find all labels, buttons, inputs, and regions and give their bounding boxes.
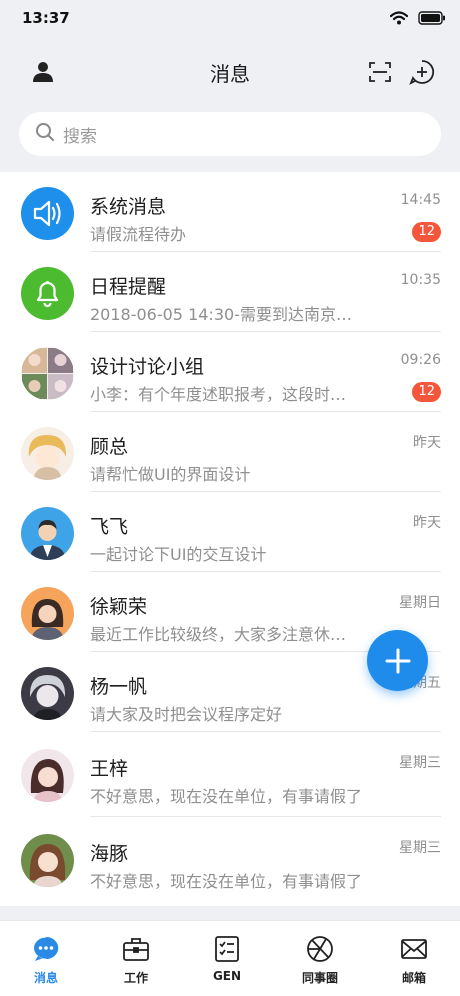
conversation-name: 系统消息 xyxy=(90,196,167,218)
conversation-time: 10:35 xyxy=(400,272,441,288)
checklist-icon xyxy=(213,935,241,963)
conversation-preview: 请大家及时把会议程序定好 xyxy=(90,705,283,724)
tab-label: 消息 xyxy=(33,971,58,985)
add-circle-icon[interactable] xyxy=(408,58,436,86)
chat-bubble-icon xyxy=(32,935,60,963)
tab-label: 邮箱 xyxy=(401,971,426,985)
tab-label: 同事圈 xyxy=(301,971,338,985)
conversation-time: 14:45 xyxy=(400,192,441,208)
tab-label: GEN xyxy=(212,969,242,983)
briefcase-icon xyxy=(122,935,150,963)
bell-icon xyxy=(21,267,74,320)
tab-work[interactable]: 工作 xyxy=(101,933,171,989)
messages-screen: 13:37 消息 搜索 系统消息 请假流程待办 14:45 12 日程提醒 20… xyxy=(0,0,460,996)
conversation-name: 海豚 xyxy=(90,843,129,865)
tab-messages[interactable]: 消息 xyxy=(11,933,81,989)
tab-mail[interactable]: 邮箱 xyxy=(379,933,449,989)
conversation-time: 星期三 xyxy=(399,755,441,771)
conversation-preview: 小李：有个年度述职报考，这段时… xyxy=(90,385,347,404)
bottom-tab-bar: 消息 工作 GEN 同事圈 邮箱 xyxy=(0,920,460,996)
tab-gen[interactable]: GEN xyxy=(192,933,262,989)
conversation-time: 星期日 xyxy=(399,595,441,611)
conversation-row[interactable]: 王梓 不好意思，现在没在单位，有事请假了 星期三 xyxy=(0,732,460,817)
user-avatar xyxy=(21,749,74,802)
conversation-name: 杨一帆 xyxy=(90,676,148,698)
plus-icon xyxy=(385,648,410,673)
tab-label: 工作 xyxy=(123,971,148,985)
conversation-name: 王梓 xyxy=(90,758,129,780)
group-avatar xyxy=(21,347,74,400)
scan-icon[interactable] xyxy=(366,58,394,86)
header: 消息 xyxy=(0,40,460,102)
conversation-preview: 一起讨论下UI的交互设计 xyxy=(90,545,267,564)
user-avatar xyxy=(21,507,74,560)
conversation-time: 09:26 xyxy=(400,352,441,368)
conversation-row[interactable]: 日程提醒 2018-06-05 14:30-需要到达南京… 10:35 xyxy=(0,252,460,332)
user-avatar xyxy=(21,587,74,640)
conversation-name: 飞飞 xyxy=(90,516,129,538)
compose-fab-button[interactable] xyxy=(367,630,428,691)
conversation-preview: 不好意思，现在没在单位，有事请假了 xyxy=(90,787,363,806)
wifi-icon xyxy=(389,10,409,29)
status-icons xyxy=(389,10,446,29)
conversation-row[interactable]: 顾总 请帮忙做UI的界面设计 昨天 xyxy=(0,412,460,492)
conversation-row[interactable]: 海豚 不好意思，现在没在单位，有事请假了 星期三 xyxy=(0,817,460,902)
unread-badge: 12 xyxy=(412,382,441,402)
conversation-name: 顾总 xyxy=(90,436,129,458)
conversation-preview: 请帮忙做UI的界面设计 xyxy=(90,465,251,484)
aperture-icon xyxy=(306,935,334,963)
battery-icon xyxy=(418,10,446,29)
speaker-icon xyxy=(21,187,74,240)
conversation-name: 设计讨论小组 xyxy=(90,356,205,378)
user-avatar xyxy=(21,427,74,480)
conversation-list: 系统消息 请假流程待办 14:45 12 日程提醒 2018-06-05 14:… xyxy=(0,172,460,906)
search-input[interactable]: 搜索 xyxy=(19,112,441,156)
conversation-row[interactable]: 飞飞 一起讨论下UI的交互设计 昨天 xyxy=(0,492,460,572)
conversation-name: 日程提醒 xyxy=(90,276,167,298)
status-bar: 13:37 xyxy=(0,0,460,36)
conversation-preview: 最近工作比较级终，大家多注意休… xyxy=(90,625,347,644)
conversation-time: 昨天 xyxy=(413,515,441,531)
conversation-row[interactable]: 系统消息 请假流程待办 14:45 12 xyxy=(0,172,460,252)
conversation-preview: 2018-06-05 14:30-需要到达南京… xyxy=(90,305,352,324)
status-time: 13:37 xyxy=(22,9,70,27)
mail-icon xyxy=(400,935,428,963)
conversation-time: 昨天 xyxy=(413,435,441,451)
conversation-row[interactable]: 设计讨论小组 小李：有个年度述职报考，这段时… 09:26 12 xyxy=(0,332,460,412)
conversation-preview: 不好意思，现在没在单位，有事请假了 xyxy=(90,872,363,891)
conversation-name: 徐颖荣 xyxy=(90,596,148,618)
unread-badge: 12 xyxy=(412,222,441,242)
conversation-preview: 请假流程待办 xyxy=(90,225,187,244)
search-icon xyxy=(35,122,55,146)
tab-colleague-circle[interactable]: 同事圈 xyxy=(285,933,355,989)
conversation-time: 星期三 xyxy=(399,840,441,856)
user-avatar xyxy=(21,667,74,720)
user-avatar xyxy=(21,834,74,887)
search-placeholder: 搜索 xyxy=(63,126,97,147)
